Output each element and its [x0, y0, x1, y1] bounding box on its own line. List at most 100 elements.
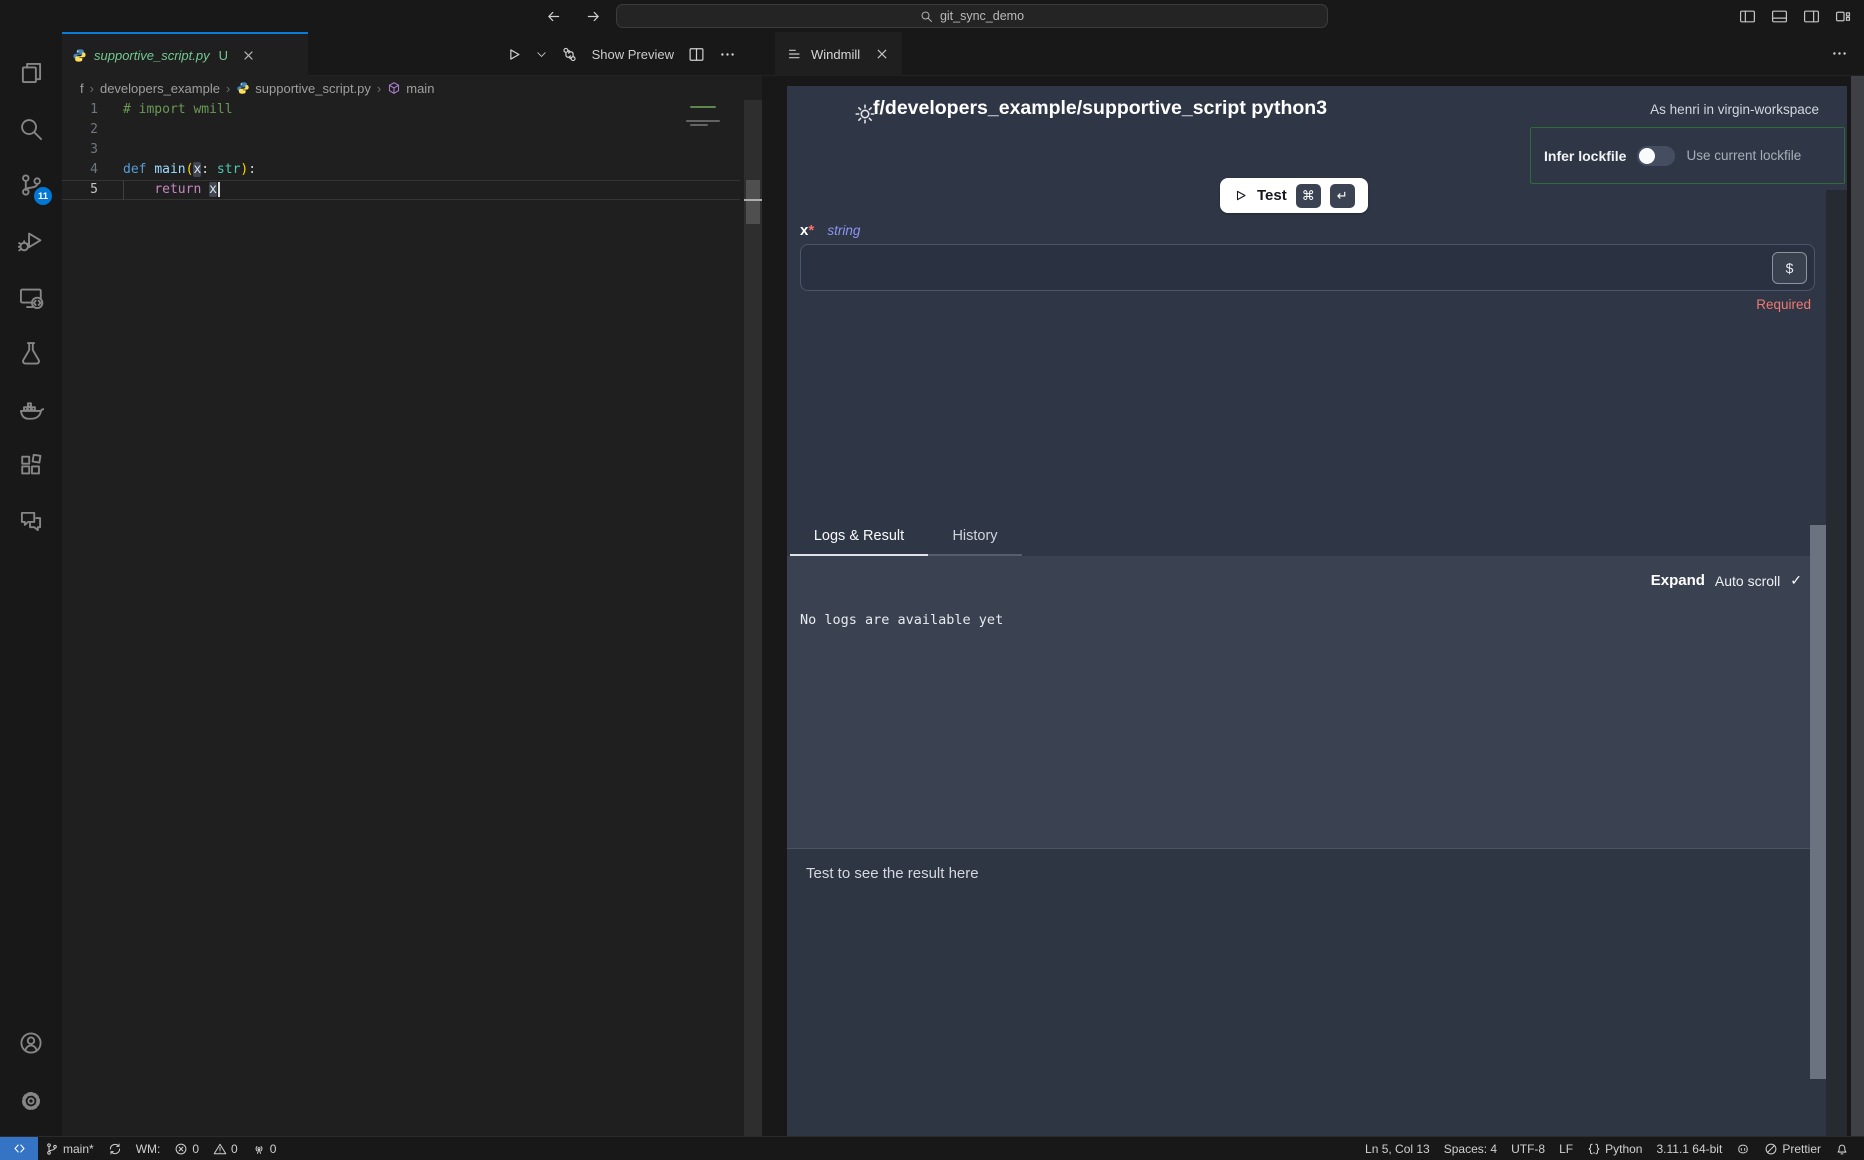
arg-input[interactable] [801, 245, 1814, 290]
activity-comments[interactable] [7, 493, 55, 549]
activity-explorer[interactable] [7, 45, 55, 101]
status-problems-errors[interactable]: 0 [167, 1137, 206, 1160]
more-actions-icon[interactable] [719, 46, 736, 63]
toggle-secondary-sidebar-icon[interactable] [1803, 8, 1820, 25]
status-cursor-position[interactable]: Ln 5, Col 13 [1358, 1137, 1437, 1160]
code-line: 1# import wmill [62, 100, 762, 120]
testing-icon [18, 340, 44, 366]
breadcrumb-item-supportive-script-py[interactable]: supportive_script.py [236, 81, 371, 96]
expand-button[interactable]: Expand [1651, 572, 1705, 589]
activity-testing[interactable] [7, 325, 55, 381]
status-label: LF [1559, 1142, 1573, 1156]
line-number: 3 [62, 140, 98, 160]
forward-icon[interactable] [585, 8, 602, 25]
status-copilot[interactable] [1729, 1137, 1757, 1160]
line-number: 4 [62, 160, 98, 180]
toggle-panel-icon[interactable] [1771, 8, 1788, 25]
activity-search[interactable] [7, 101, 55, 157]
breadcrumb-item-main[interactable]: main [387, 81, 434, 96]
breadcrumb-item-developers-example[interactable]: developers_example [100, 81, 220, 96]
windmill-webview: f/developers_example/supportive_script p… [787, 86, 1847, 1136]
activity-remote-explorer[interactable] [7, 269, 55, 325]
scrollbar-thumb[interactable] [746, 180, 760, 224]
status-language-status[interactable]: Python [1580, 1137, 1649, 1160]
lockfile-toggle[interactable] [1637, 146, 1675, 166]
cmd-key-icon: ⌘ [1296, 184, 1321, 208]
list-icon [787, 46, 803, 62]
close-icon[interactable] [241, 48, 256, 63]
minimap[interactable] [682, 102, 742, 148]
breadcrumb: f › developers_example › supportive_script.p… [62, 76, 762, 100]
title-bar: git_sync_demo [0, 0, 1864, 32]
status-problems-warnings[interactable]: 0 [206, 1137, 245, 1160]
show-preview-button[interactable]: Show Preview [592, 47, 674, 62]
arg-label: x* string [800, 222, 860, 239]
run-options-icon[interactable] [536, 49, 547, 60]
status-notifications[interactable] [1828, 1137, 1856, 1160]
open-changes-icon[interactable] [561, 46, 578, 63]
status-eol[interactable]: LF [1552, 1137, 1580, 1160]
status-prettier[interactable]: Prettier [1757, 1137, 1828, 1160]
status-git-branch[interactable]: main* [38, 1137, 101, 1160]
tab-logs-result[interactable]: Logs & Result [790, 518, 928, 556]
close-icon[interactable] [874, 46, 890, 62]
breadcrumb-separator: › [377, 81, 381, 96]
tab-title: Windmill [811, 47, 860, 62]
status-ports[interactable]: 0 [245, 1137, 284, 1160]
tab-history[interactable]: History [928, 518, 1022, 556]
line-number: 5 [62, 180, 98, 200]
split-editor-icon[interactable] [688, 46, 705, 63]
activity-accounts[interactable] [7, 1014, 55, 1072]
status-label: Ln 5, Col 13 [1365, 1142, 1430, 1156]
required-asterisk: * [808, 222, 814, 239]
breadcrumb-separator: › [90, 81, 94, 96]
more-actions-icon[interactable] [1831, 45, 1848, 62]
code-editor[interactable]: 1# import wmill234def main(x: str):5 ret… [62, 100, 762, 1136]
status-encoding[interactable]: UTF-8 [1504, 1137, 1552, 1160]
code-line: 4def main(x: str): [62, 160, 762, 180]
breadcrumb-label: main [406, 81, 434, 96]
breadcrumb-separator: › [226, 81, 230, 96]
webview-scrollbar-thumb[interactable] [1810, 525, 1826, 1079]
command-center-search[interactable]: git_sync_demo [616, 4, 1328, 28]
status-sync[interactable] [101, 1137, 129, 1160]
copilot-icon [1736, 1142, 1750, 1156]
warning-icon [213, 1142, 227, 1156]
editor-scrollbar[interactable] [744, 100, 762, 1136]
activity-settings[interactable] [7, 1072, 55, 1130]
status-indentation[interactable]: Spaces: 4 [1437, 1137, 1504, 1160]
toggle-primary-sidebar-icon[interactable] [1739, 8, 1756, 25]
code-text: return x [98, 180, 220, 200]
tab-windmill[interactable]: Windmill [775, 32, 902, 76]
customize-layout-icon[interactable] [1835, 8, 1852, 25]
status-python-version[interactable]: 3.11.1 64-bit [1649, 1137, 1729, 1160]
code-text: # import wmill [98, 100, 233, 120]
status-wm[interactable]: WM: [129, 1137, 168, 1160]
run-python-file-icon[interactable] [505, 46, 522, 63]
line-number: 1 [62, 100, 98, 120]
back-icon[interactable] [545, 8, 562, 25]
explorer-icon [18, 60, 44, 86]
text-cursor [218, 182, 220, 197]
activity-docker[interactable] [7, 381, 55, 437]
tab-supportive-script[interactable]: supportive_script.py U [62, 32, 308, 76]
test-button[interactable]: Test ⌘ ↵ [1220, 178, 1368, 213]
windmill-tab-bar: Windmill [762, 32, 1864, 76]
activity-run-and-debug[interactable] [7, 213, 55, 269]
enter-key-icon: ↵ [1330, 184, 1355, 208]
code-lines: 1# import wmill234def main(x: str):5 ret… [62, 100, 762, 200]
autoscroll-toggle[interactable]: Auto scroll [1715, 573, 1780, 589]
variable-picker-button[interactable]: $ [1772, 252, 1807, 284]
arg-type: string [827, 223, 860, 238]
code-line: 3 [62, 140, 762, 160]
activity-extensions[interactable] [7, 437, 55, 493]
breadcrumb-item-f[interactable]: f [80, 81, 84, 96]
status-remote[interactable] [0, 1137, 38, 1160]
search-icon [18, 116, 44, 142]
use-current-lockfile-label: Use current lockfile [1686, 148, 1801, 163]
prettier-off-icon [1764, 1142, 1778, 1156]
branch-icon [45, 1142, 59, 1156]
activity-source-control[interactable]: 11 [7, 157, 55, 213]
status-label: Spaces: 4 [1444, 1142, 1497, 1156]
code-text [98, 140, 123, 160]
